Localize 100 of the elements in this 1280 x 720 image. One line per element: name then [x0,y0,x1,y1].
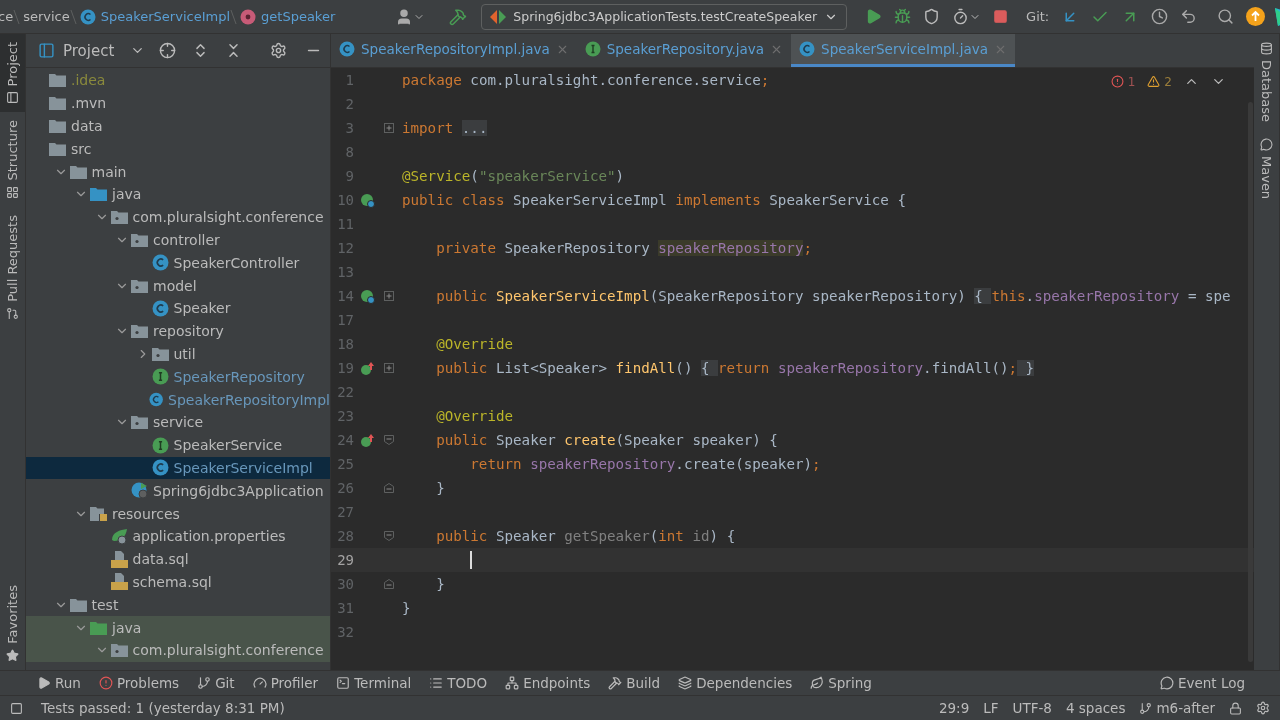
line-number: 17 [336,312,354,328]
tree-item[interactable]: controller [26,228,330,252]
tool-window-tab[interactable]: Build [601,675,668,691]
tool-window-tab[interactable]: Favorites [0,577,25,670]
tree-item[interactable]: repository [26,319,330,343]
fold-start-icon[interactable] [383,435,394,445]
tool-window-tab[interactable]: Dependencies [671,675,800,691]
settings-icon[interactable] [1256,701,1270,715]
tree-item[interactable]: schema.sql [26,570,330,594]
tree-item[interactable]: SpeakerService [26,433,330,457]
profile-icon[interactable] [952,8,982,25]
update-available-icon[interactable] [1246,7,1266,26]
tool-window-tab[interactable]: Problems [91,675,187,691]
tree-item[interactable]: model [26,274,330,297]
breadcrumb-item[interactable]: getSpeaker [240,8,336,25]
editor-tab[interactable]: SpeakerRepositoryImpl.java [331,34,577,67]
code-line: } [401,600,411,616]
rollback-icon[interactable] [1180,8,1198,25]
run-configuration-dropdown[interactable]: Spring6jdbc3ApplicationTests.testCreateSpeaker [481,3,848,30]
network-icon [505,676,520,690]
tool-window-tab[interactable]: TODO [422,675,495,691]
git-branch[interactable]: m6-after [1139,700,1215,716]
interface-icon [584,41,601,57]
user-icon[interactable] [395,7,426,26]
tree-item[interactable]: service [26,410,330,434]
tree-item[interactable]: SpeakerServiceImpl [26,456,330,480]
stop-icon[interactable] [993,9,1009,24]
error-icon[interactable] [1110,75,1124,88]
tree-item[interactable]: main [26,160,330,183]
tool-window-tab[interactable]: Structure [0,112,25,207]
tree-item[interactable]: com.pluralsight.conference [26,638,330,662]
event-log-tab[interactable]: Event Log [1152,675,1252,691]
tree-item[interactable]: java [26,616,330,639]
pull-request-icon [6,306,19,320]
code-line: public Speaker create(Speaker speaker) { [435,432,778,448]
bean-gutter-icon[interactable] [360,288,375,304]
history-clock-icon[interactable] [1151,8,1169,25]
tool-window-tab[interactable]: Profiler [245,675,326,691]
line-separator[interactable]: LF [983,700,999,716]
fold-end-icon[interactable] [383,483,394,493]
line-number: 3 [344,120,354,136]
tree-item[interactable]: .mvn [26,91,330,115]
class-icon [339,41,355,57]
tool-window-tab[interactable]: Git [190,675,242,691]
panel-icon [38,42,55,59]
tree-item[interactable]: java [26,183,330,206]
star-icon [6,649,19,662]
line-number: 12 [336,240,354,256]
branch-icon [1139,701,1153,715]
tool-window-tab[interactable]: Endpoints [498,675,598,691]
tree-item[interactable]: SpeakerRepositoryImpl [26,388,330,411]
tree-item[interactable]: data [26,114,330,138]
override-gutter-icon[interactable] [360,360,375,376]
locate-icon[interactable] [159,42,176,59]
tool-window-tab[interactable]: Maven [1254,130,1279,208]
tree-item[interactable]: Speaker [26,296,330,320]
panel-toggle-icon[interactable] [10,701,23,715]
search-icon[interactable] [1217,8,1235,25]
hammer-icon[interactable] [449,7,468,26]
tool-window-tab[interactable]: Database [1254,34,1279,131]
caret-position[interactable]: 29:9 [938,700,970,716]
settings-icon[interactable] [270,42,287,59]
status-message[interactable]: Tests passed: 1 (yesterday 8:31 PM) [41,700,285,716]
tree-item[interactable]: application.properties [26,524,330,548]
tree-item[interactable]: Spring6jdbc3Application [26,479,330,503]
override-gutter-icon[interactable] [360,432,375,448]
file-encoding[interactable]: UTF-8 [1012,700,1052,716]
line-number: 8 [344,144,354,160]
fold-plus-icon[interactable] [383,291,394,301]
tree-item[interactable]: data.sql [26,547,330,571]
debug-icon[interactable] [894,8,912,25]
tree-item[interactable]: com.pluralsight.conference [26,205,330,229]
fold-end-icon[interactable] [383,579,394,589]
tree-item[interactable]: test [26,593,330,617]
tree-item[interactable]: .idea [26,69,330,92]
warning-icon[interactable] [1147,75,1161,88]
tool-window-tab[interactable]: Pull Requests [0,206,25,328]
branch-icon [197,676,212,690]
indent-setting[interactable]: 4 spaces [1065,700,1126,716]
breadcrumb-item[interactable]: SpeakerServiceImpl [79,8,231,25]
coverage-icon[interactable] [923,8,941,25]
lock-icon[interactable] [1229,701,1242,715]
fold-start-icon[interactable] [383,531,394,541]
tree-item[interactable]: src [26,137,330,161]
panel-title[interactable]: Project [63,41,115,60]
tool-window-tab[interactable]: Project [0,34,25,113]
bean-gutter-icon[interactable] [360,192,375,208]
run-icon[interactable] [865,8,883,25]
tool-window-tab[interactable]: Terminal [329,675,419,691]
fold-plus-icon[interactable] [383,123,394,133]
editor-tab[interactable]: SpeakerRepository.java [576,34,792,67]
tool-window-tab[interactable]: Run [30,675,88,691]
tree-item[interactable]: SpeakerController [26,251,330,275]
hammer-icon [608,676,623,690]
tool-window-tab[interactable]: Spring [803,675,879,691]
breadcrumb-item[interactable]: service [23,9,70,24]
fold-plus-icon[interactable] [383,363,394,373]
tree-item[interactable]: SpeakerRepository [26,365,330,389]
tree-item[interactable]: resources [26,502,330,525]
tree-item[interactable]: util [26,342,330,366]
